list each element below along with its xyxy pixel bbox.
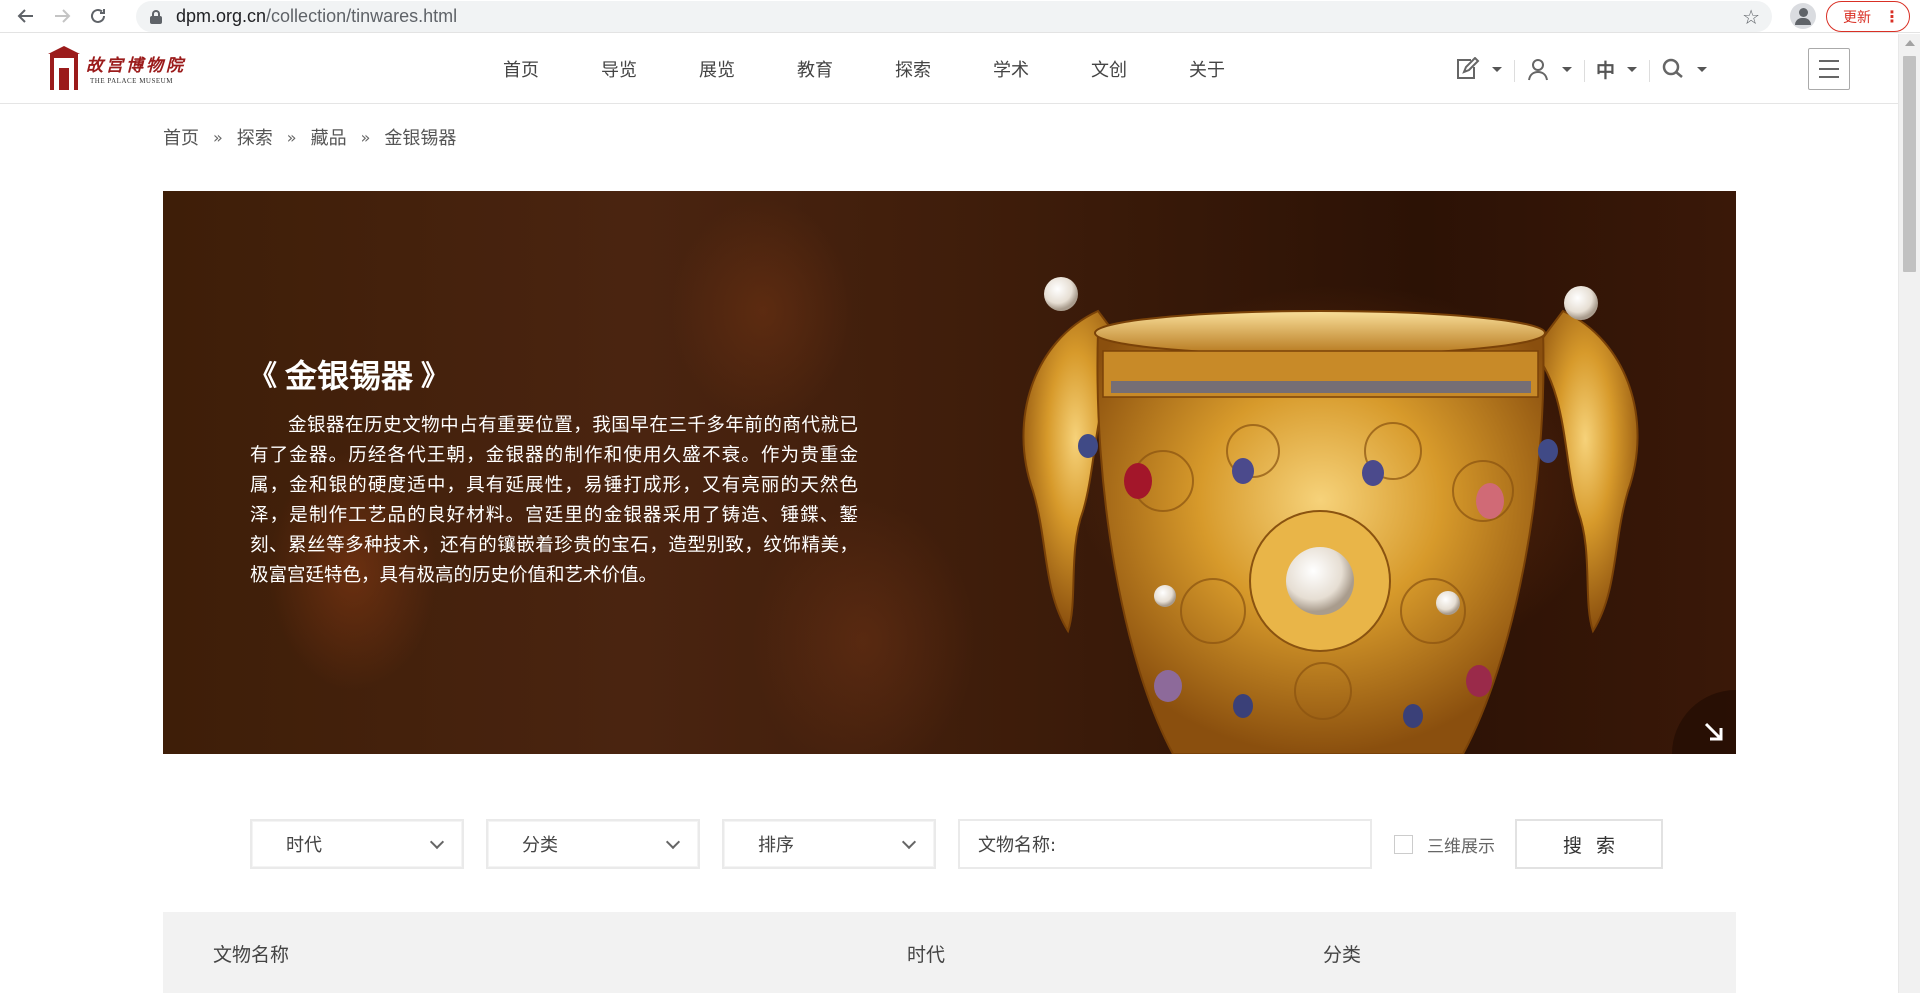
language-label: 中 — [1596, 59, 1616, 82]
sort-select-label: 排序 — [758, 835, 794, 856]
browser-toolbar: dpm.org.cn/collection/tinwares.html ☆ 更新… — [0, 0, 1920, 33]
artifact-name-input[interactable]: 文物名称: — [958, 819, 1372, 869]
filter-bar: 时代 分类 排序 文物名称: 三维展示 搜索 — [250, 818, 1663, 870]
breadcrumb-collection[interactable]: 藏品 — [311, 124, 347, 150]
more-vert-icon: ⋮ — [1884, 7, 1900, 26]
url-text: dpm.org.cn/collection/tinwares.html — [176, 6, 458, 26]
caret-down-icon — [1492, 66, 1502, 72]
category-select-label: 分类 — [522, 835, 558, 856]
chevron-down-icon — [665, 834, 681, 850]
sort-select[interactable]: 排序 — [722, 819, 936, 869]
forward-icon[interactable] — [44, 0, 80, 33]
header-tools: 中 — [1442, 48, 1719, 90]
address-bar[interactable]: dpm.org.cn/collection/tinwares.html ☆ — [136, 1, 1772, 32]
breadcrumb: 首页 » 探索 » 藏品 » 金银锡器 — [163, 124, 456, 150]
show-3d-label: 三维展示 — [1427, 836, 1495, 857]
caret-down-icon — [1627, 66, 1638, 72]
breadcrumb-home[interactable]: 首页 — [163, 124, 199, 150]
bookmark-star-icon[interactable]: ☆ — [1742, 5, 1760, 29]
nav-item-guide[interactable]: 导览 — [570, 34, 668, 104]
search-dropdown[interactable] — [1649, 48, 1719, 90]
category-banner: 《 金银锡器 》 金银器在历史文物中占有重要位置，我国早在三千多年前的商代就已有… — [163, 191, 1736, 754]
breadcrumb-separator: » — [213, 127, 223, 147]
column-header-category: 分类 — [1323, 944, 1362, 966]
lock-icon — [150, 9, 162, 24]
search-icon — [1662, 58, 1683, 78]
logo-english-text: THE PALACE MUSEUM — [90, 77, 173, 85]
title-bracket-left: 《 — [249, 359, 278, 392]
edit-dropdown[interactable] — [1442, 48, 1514, 90]
site-header: 故宫博物院 THE PALACE MUSEUM 首页 导览 展览 教育 探索 学… — [0, 34, 1898, 104]
caret-down-icon — [1697, 66, 1708, 72]
breadcrumb-separator: » — [360, 127, 371, 147]
scroll-up-arrow-icon[interactable] — [1905, 40, 1915, 46]
hamburger-menu-icon[interactable] — [1808, 48, 1850, 90]
arrow-down-right-icon — [1704, 722, 1723, 741]
category-select[interactable]: 分类 — [486, 819, 700, 869]
nav-item-about[interactable]: 关于 — [1158, 34, 1256, 104]
reload-icon[interactable] — [80, 0, 116, 33]
breadcrumb-separator: » — [286, 127, 297, 147]
user-dropdown[interactable] — [1514, 48, 1584, 90]
column-header-era: 时代 — [907, 944, 946, 966]
chevron-down-icon — [429, 834, 445, 850]
nav-item-cultural-creative[interactable]: 文创 — [1060, 34, 1158, 104]
nav-item-home[interactable]: 首页 — [472, 34, 570, 104]
nav-item-explore[interactable]: 探索 — [864, 34, 962, 104]
caret-down-icon — [1562, 66, 1572, 72]
back-icon[interactable] — [8, 0, 44, 33]
update-label: 更新 — [1843, 9, 1871, 26]
search-button[interactable]: 搜索 — [1515, 819, 1663, 869]
chevron-down-icon — [901, 834, 917, 850]
column-header-name: 文物名称 — [213, 944, 290, 966]
page-scrollbar[interactable] — [1898, 34, 1920, 993]
language-dropdown[interactable]: 中 — [1584, 48, 1649, 90]
banner-title: 《 金银锡器 》 — [241, 351, 457, 397]
show-3d-checkbox[interactable] — [1394, 834, 1413, 854]
profile-avatar-icon[interactable] — [1790, 3, 1816, 29]
nav-item-academic[interactable]: 学术 — [962, 34, 1060, 104]
era-select-label: 时代 — [286, 835, 322, 856]
title-bracket-right: 》 — [421, 359, 450, 392]
breadcrumb-current: 金银锡器 — [384, 128, 457, 149]
edit-icon — [1457, 57, 1480, 79]
logo-chinese-text: 故宫博物院 — [86, 56, 186, 76]
banner-title-text: 金银锡器 — [285, 357, 414, 395]
breadcrumb-explore[interactable]: 探索 — [237, 124, 273, 150]
show-3d-option[interactable]: 三维展示 — [1394, 832, 1495, 857]
palace-museum-logo[interactable]: 故宫博物院 THE PALACE MUSEUM — [48, 46, 186, 90]
results-table-header: 文物名称 时代 分类 — [163, 912, 1736, 993]
artifact-name-placeholder: 文物名称: — [978, 835, 1057, 856]
era-select[interactable]: 时代 — [250, 819, 464, 869]
nav-item-exhibitions[interactable]: 展览 — [668, 34, 766, 104]
update-button[interactable]: 更新 ⋮ — [1826, 1, 1910, 32]
nav-item-education[interactable]: 教育 — [766, 34, 864, 104]
scrollbar-thumb[interactable] — [1903, 56, 1916, 272]
banner-description: 金银器在历史文物中占有重要位置，我国早在三千多年前的商代就已有了金器。历经各代王… — [250, 415, 858, 586]
palace-gate-icon — [48, 46, 80, 90]
main-nav: 首页 导览 展览 教育 探索 学术 文创 关于 — [472, 34, 1256, 104]
user-icon — [1528, 59, 1548, 81]
